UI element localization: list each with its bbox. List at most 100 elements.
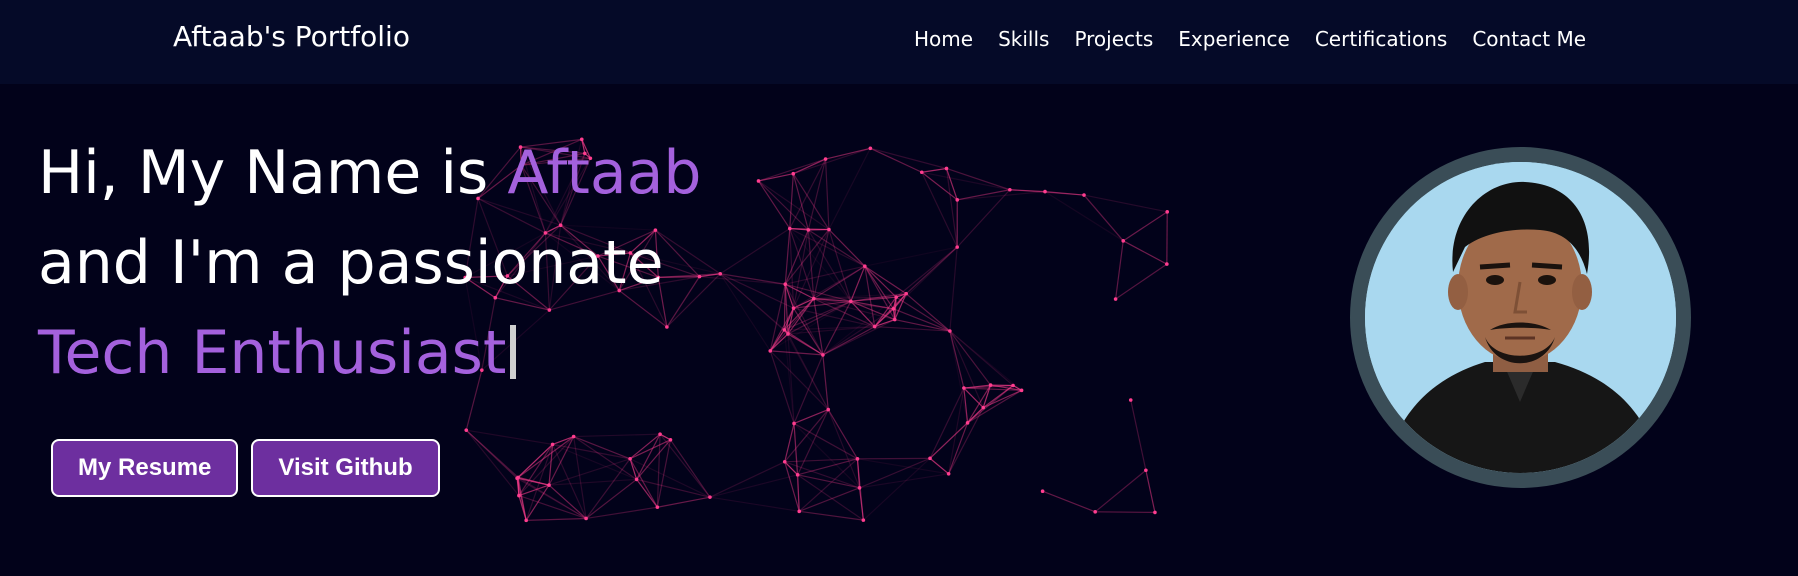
nav-link-contact[interactable]: Contact Me [1472,27,1586,51]
network-link [1115,240,1124,300]
network-link [1122,211,1168,242]
network-link [827,409,861,489]
network-link [769,284,786,352]
network-link [585,506,658,520]
network-link [825,147,871,160]
network-node [944,166,949,171]
hero-role: Tech Enthusiast [38,318,507,388]
network-link [465,429,520,496]
network-node [855,457,860,461]
network-node [821,353,825,357]
nav-link-home[interactable]: Home [914,27,973,51]
network-node [464,428,469,432]
brand-title[interactable]: Aftaab's Portfolio [173,20,410,53]
network-node [634,477,639,482]
network-node [826,407,831,412]
network-link [793,422,858,460]
network-node [955,198,960,202]
network-node [1144,468,1148,473]
hero-name: Aftaab [507,138,702,208]
nav-link-projects[interactable]: Projects [1074,27,1153,51]
network-link [1095,511,1155,514]
greeting-text: Hi, My Name is [38,138,508,208]
network-link [573,433,661,438]
network-node [806,228,811,232]
network-node [827,227,831,232]
network-node [718,271,723,276]
network-node [791,171,796,176]
network-link [552,443,637,480]
network-node [1165,210,1170,214]
network-link [967,389,1022,424]
network-link [525,444,554,521]
network-link [552,443,631,460]
network-node [892,317,897,322]
nav-link-certifications[interactable]: Certifications [1315,27,1447,51]
network-node [571,434,576,439]
network-node [863,264,867,268]
network-link [905,293,951,332]
headline-line-3: Tech Enthusiast [38,308,702,398]
network-link [516,478,527,521]
network-link [822,296,897,356]
navbar: Aftaab's Portfolio Home Skills Projects … [0,0,1798,84]
network-node [708,495,712,499]
network-link [657,496,711,508]
network-node [1113,297,1118,301]
nav-link-skills[interactable]: Skills [998,27,1049,51]
network-link [864,265,907,295]
network-link [783,298,815,331]
network-link [858,487,864,521]
network-node [811,296,816,301]
network-link [1042,490,1096,513]
network-node [988,383,993,387]
network-link [769,300,852,352]
network-node [946,471,951,476]
nav-links: Home Skills Projects Experience Certific… [914,27,1586,51]
network-link [629,458,711,498]
network-link [709,474,798,498]
network-link [859,473,949,489]
network-node [1153,510,1157,515]
network-link [799,487,860,512]
network-node [904,291,908,296]
network-link [949,330,969,423]
avatar [1365,162,1676,473]
network-link [807,229,852,302]
github-button[interactable]: Visit Github [251,439,440,497]
network-node [524,518,528,523]
network-link [963,387,984,409]
network-link [1122,240,1168,265]
network-link [769,350,829,410]
resume-button[interactable]: My Resume [51,439,239,497]
network-link [1145,470,1156,513]
network-link [967,384,992,424]
network-node [658,432,662,436]
network-link [709,461,785,498]
network-node [1093,510,1097,514]
nav-link-experience[interactable]: Experience [1178,27,1290,51]
network-node [1121,239,1126,243]
network-link [1044,191,1085,196]
network-node [962,386,966,390]
network-link [949,247,958,332]
network-link [1130,399,1147,471]
network-link [719,228,791,275]
network-node [628,456,632,461]
network-node [1165,262,1169,266]
network-node [919,170,924,175]
network-node [547,483,551,487]
network-link [758,180,791,229]
network-node [1011,383,1015,388]
network-link [1115,263,1168,300]
profile-photo-icon [1365,162,1676,473]
network-node [795,473,800,477]
network-link [864,246,958,267]
network-link [822,319,896,356]
network-link [1094,469,1147,513]
network-node [756,179,761,183]
network-link [859,457,931,489]
network-link [864,265,894,310]
avatar-frame [1350,147,1691,488]
network-node [1043,189,1047,194]
